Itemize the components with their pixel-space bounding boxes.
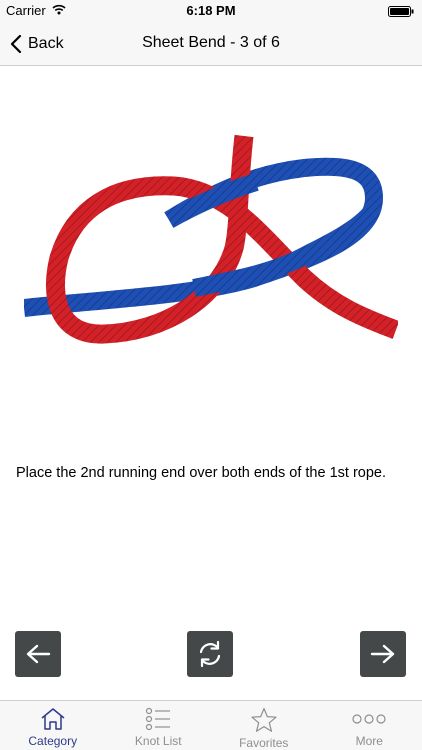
house-icon [41,708,65,730]
status-bar: Carrier 6:18 PM [0,0,422,22]
restart-button[interactable] [187,631,233,677]
tab-more[interactable]: More [317,701,422,750]
navigation-bar: Back Sheet Bend - 3 of 6 [0,22,422,66]
previous-step-button[interactable] [15,631,61,677]
tab-category[interactable]: Category [0,701,106,750]
refresh-icon [199,640,221,668]
page-title: Sheet Bend - 3 of 6 [142,34,280,51]
tab-knot-list[interactable]: Knot List [106,701,212,750]
knot-illustration [24,134,398,344]
arrow-left-icon [26,644,51,664]
arrow-right-icon [370,644,395,664]
list-icon [146,707,171,731]
tab-favorites[interactable]: Favorites [211,701,317,750]
tab-label: Favorites [239,736,289,750]
next-step-button[interactable] [360,631,406,677]
tab-label: Knot List [134,734,182,748]
battery-icon [388,6,414,17]
tab-label: More [355,734,383,748]
tab-label: Category [28,734,78,748]
tab-bar: Category Knot List Favorites More [0,700,422,750]
status-time: 6:18 PM [186,3,236,18]
instruction-text: Place the 2nd running end over both ends… [16,465,387,481]
star-icon [251,707,277,732]
more-icon [352,714,386,724]
